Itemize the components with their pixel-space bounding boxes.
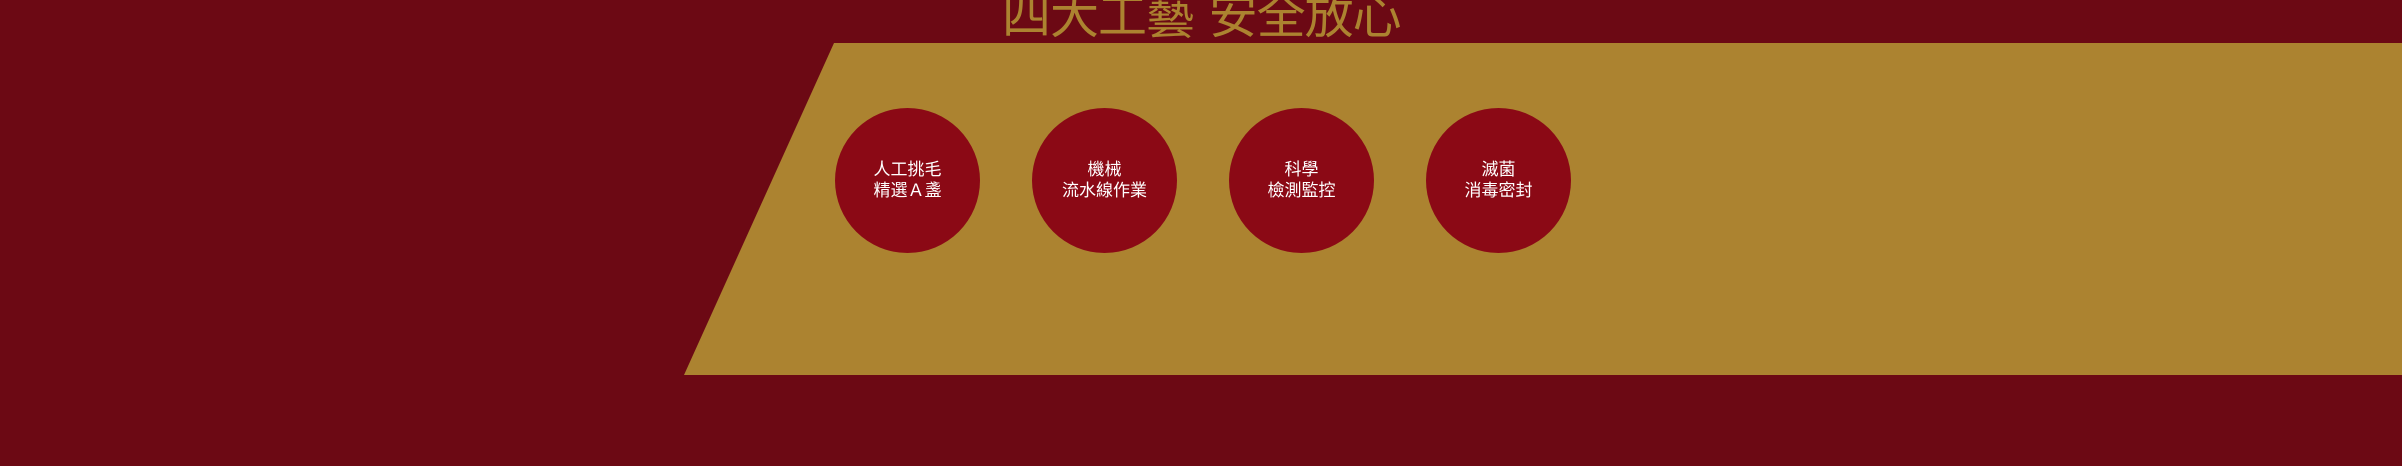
- craft-circle-science-monitoring: 科學 檢測監控: [1229, 108, 1374, 253]
- craft-label-line1: 人工挑毛: [873, 159, 942, 180]
- craft-list: 人工挑毛 精選Ａ盞 機械 流水線作業 科學 檢測監控 滅菌 消毒密封: [835, 108, 1571, 253]
- craft-label: 人工挑毛 精選Ａ盞: [874, 160, 942, 202]
- craft-circle-hand-picked: 人工挑毛 精選Ａ盞: [835, 108, 980, 253]
- craft-label: 機械 流水線作業: [1062, 160, 1147, 202]
- page-background: 四大工藝 安全放心 人工挑毛 精選Ａ盞 機械 流水線作業 科學 檢測監控 滅菌 …: [0, 0, 2402, 466]
- craft-label: 滅菌 消毒密封: [1465, 160, 1533, 202]
- craft-label-line2: 消毒密封: [1464, 180, 1533, 201]
- craft-circle-mechanical-line: 機械 流水線作業: [1032, 108, 1177, 253]
- craft-label-line2: 檢測監控: [1267, 180, 1336, 201]
- craft-label-line2: 流水線作業: [1062, 180, 1147, 201]
- section-headline: 四大工藝 安全放心: [1002, 0, 1401, 43]
- craft-circle-sterilization: 滅菌 消毒密封: [1426, 108, 1571, 253]
- craft-label-line2: 精選Ａ盞: [873, 180, 942, 201]
- craft-label-line1: 機械: [1087, 159, 1122, 180]
- craft-label: 科學 檢測監控: [1268, 160, 1336, 202]
- craft-label-line1: 科學: [1284, 159, 1319, 180]
- craft-label-line1: 滅菌: [1481, 159, 1516, 180]
